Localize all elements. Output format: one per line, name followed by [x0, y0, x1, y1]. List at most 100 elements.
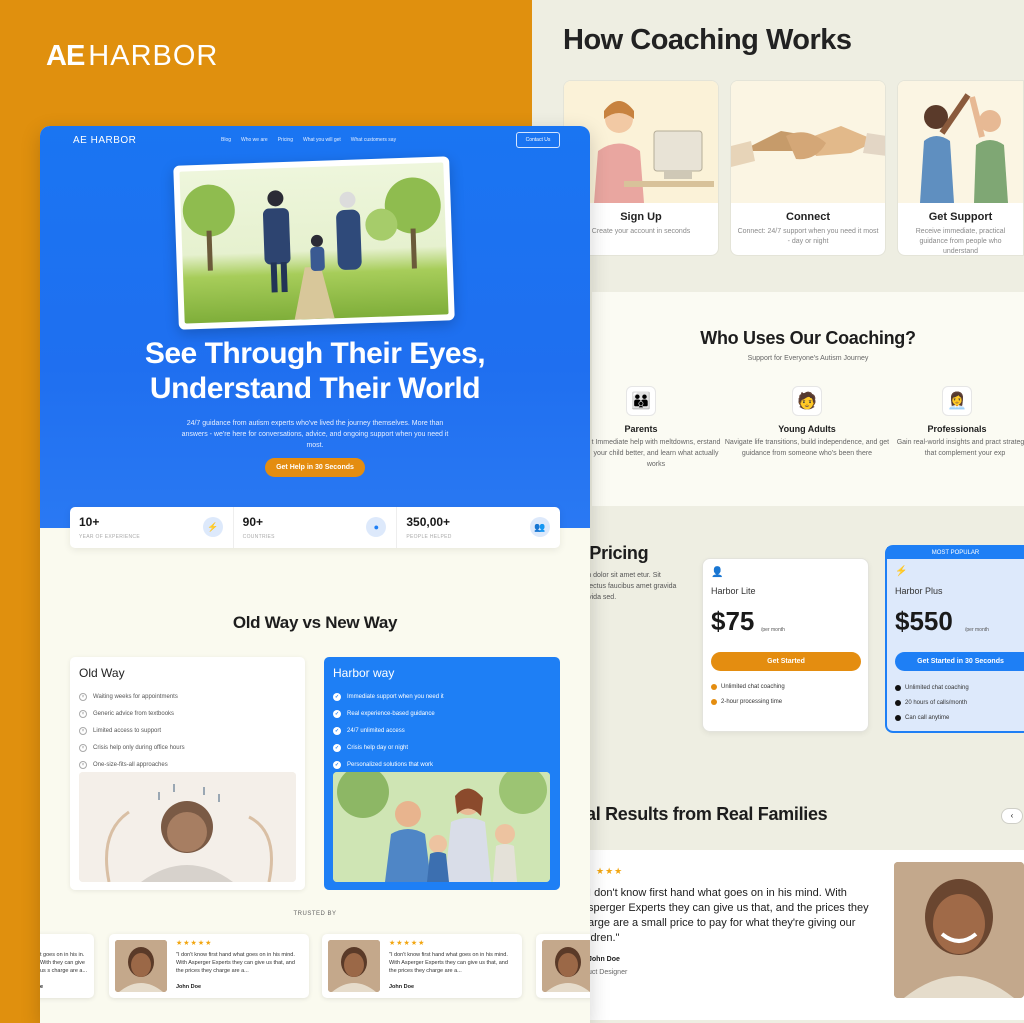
nav-link-who[interactable]: Who we are	[241, 137, 268, 143]
parents-icon: 👪	[626, 386, 656, 416]
testimonial-name: John Doe	[176, 984, 202, 990]
how-card-title: Connect	[786, 211, 830, 223]
nav-link-customers[interactable]: What customers say	[351, 137, 396, 143]
harbor-way-item: ✓ Personalized solutions that work	[333, 760, 434, 769]
check-icon	[895, 700, 901, 706]
testimonial-card-partial: t goes on in his in. With they can give …	[40, 934, 94, 998]
plan-period: /per month	[965, 627, 989, 633]
testimonial-photo	[115, 940, 167, 992]
bolt-icon: ⚡	[202, 517, 223, 537]
old-way-item: × Generic advice from textbooks	[79, 705, 185, 722]
people-icon: 👥	[530, 517, 551, 537]
harbor-way-item: ✓ 24/7 unlimited access	[333, 726, 405, 735]
plan-period: /per month	[761, 627, 785, 633]
testimonial-quote: I don't know first hand what goes on in …	[588, 887, 869, 944]
nav-links: Blog Who we are Pricing What you will ge…	[221, 137, 396, 143]
stat-label: YEAR OF EXPERIENCE	[79, 534, 140, 540]
x-circle-icon: ×	[79, 760, 87, 769]
who-title: Who Uses Our Coaching?	[700, 328, 916, 348]
most-popular-badge: MOST POPULAR	[887, 547, 1024, 559]
how-card-desc: Connect: 24/7 support when you need it m…	[737, 228, 879, 245]
trusted-by-label: TRUSTED BY	[293, 911, 337, 917]
plan-card-lite: 👤 Harbor Lite $75 /per month Get Started…	[702, 558, 869, 732]
plan-name: Harbor Lite	[711, 586, 756, 596]
who-item-young-adults: 🧑 Young Adults Navigate life transitions…	[722, 386, 892, 459]
stats-bar: 10+ YEAR OF EXPERIENCE ⚡ 90+ COUNTRIES ●…	[70, 507, 560, 548]
brand-logo: AE HARBOR	[46, 40, 218, 73]
x-circle-icon: ×	[79, 692, 87, 701]
who-item-professionals: 👩‍💼 Professionals Gain real-world insigh…	[890, 386, 1024, 459]
testimonial-card: ★★★★★ "I don't know first hand what goes…	[322, 934, 522, 998]
old-way-item: × One-size-fits-all approaches	[79, 756, 185, 773]
nav-logo[interactable]: AE HARBOR	[73, 135, 136, 146]
hero-subtitle: 24/7 guidance from autism experts who've…	[181, 420, 449, 449]
plan-feature: Unlimited chat coaching	[711, 684, 785, 690]
hero-title-line-2: Understand Their World	[149, 372, 481, 405]
carousel-prev-button[interactable]: ‹	[1001, 808, 1023, 824]
testimonial-name: John Doe	[588, 956, 620, 963]
testimonial-photo	[894, 862, 1024, 998]
rating-stars: ★★★★★	[389, 940, 426, 947]
stat-value: 10+	[79, 515, 100, 529]
testimonial-name: John Doe	[389, 984, 415, 990]
harbor-way-title: Harbor way	[333, 666, 395, 680]
check-circle-icon: ✓	[333, 692, 341, 701]
plan-feature: 2-hour processing time	[711, 699, 782, 705]
nav-link-pricing[interactable]: Pricing	[278, 137, 293, 143]
testimonial-name: e	[40, 984, 44, 990]
how-card-desc: Receive immediate, practical guidance fr…	[915, 228, 1006, 255]
nav-link-what-you-get[interactable]: What you will get	[303, 137, 341, 143]
hero-section: AE HARBOR Blog Who we are Pricing What y…	[40, 126, 590, 528]
get-started-button[interactable]: Get Started	[711, 652, 861, 671]
old-way-list: × Waiting weeks for appointments × Generic…	[79, 688, 185, 773]
who-item-title: Professionals	[927, 424, 987, 434]
harbor-way-card: Harbor way ✓ Immediate support when you n…	[324, 657, 560, 890]
plan-feature: Unlimited chat coaching	[895, 685, 969, 691]
plan-feature: Can call anytime	[895, 715, 949, 721]
user-icon: 👤	[711, 567, 724, 578]
testimonial-card: ★★★★★ "I don't know first hand what goes…	[109, 934, 309, 998]
nav-logo-name: HARBOR	[90, 135, 137, 146]
hero-title: See Through Their Eyes, Understand Their…	[40, 336, 590, 406]
results-title: al Results from Real Families	[586, 804, 828, 824]
harbor-way-item: ✓ Real experience-based guidance	[333, 709, 435, 718]
plan-name: Harbor Plus	[895, 586, 943, 596]
check-icon	[895, 715, 901, 721]
testimonial-photo	[328, 940, 380, 992]
who-subtitle: Support for Everyone's Autism Journey	[747, 355, 869, 362]
hero-title-line-1: See Through Their Eyes,	[144, 337, 486, 370]
highfive-illustration	[898, 81, 1023, 203]
how-card-support: Get Support Receive immediate, practical…	[897, 80, 1024, 256]
get-started-30-button[interactable]: Get Started in 30 Seconds	[895, 652, 1024, 671]
how-coaching-title: How Coaching Works	[563, 24, 852, 56]
testimonial-card-partial	[536, 934, 590, 998]
who-item-title: Young Adults	[778, 424, 836, 434]
who-item-desc: Gain real-world insights and pract strat…	[896, 439, 1024, 457]
sad-child-illustration	[79, 772, 296, 882]
check-circle-icon: ✓	[333, 760, 341, 769]
x-circle-icon: ×	[79, 709, 87, 718]
bolt-icon: ⚡	[895, 566, 908, 577]
harbor-way-item: ✓ Crisis help day or night	[333, 743, 409, 752]
get-help-button[interactable]: Get Help in 30 Seconds	[265, 458, 365, 477]
harbor-way-list: ✓ Immediate support when you need it ✓ Rea…	[333, 688, 444, 773]
plan-feature: 20 hours of calls/month	[895, 700, 967, 706]
stat-label: PEOPLE HELPED	[406, 534, 452, 540]
old-way-item: × Limited access to support	[79, 722, 185, 739]
old-way-title: Old Way	[79, 666, 125, 680]
website-preview: AE HARBOR Blog Who we are Pricing What y…	[40, 126, 590, 1023]
rating-stars: ★★★★★	[176, 940, 213, 947]
stat-experience: 10+ YEAR OF EXPERIENCE ⚡	[70, 507, 234, 548]
check-circle-icon: ✓	[333, 709, 341, 718]
globe-icon: ●	[366, 517, 387, 537]
contact-us-button[interactable]: Contact Us	[516, 132, 560, 148]
nav-logo-mark: AE	[73, 135, 88, 146]
testimonial-role: uct Designer	[588, 969, 628, 976]
how-card-connect: Connect Connect: 24/7 support when you n…	[730, 80, 886, 256]
old-way-item: × Crisis help only during office hours	[79, 739, 185, 756]
brand-name: HARBOR	[88, 40, 219, 72]
who-item-desc: Navigate life transitions, build indepen…	[724, 439, 890, 457]
rating-stars: ★★★	[596, 866, 624, 876]
nav-link-blog[interactable]: Blog	[221, 137, 231, 143]
x-circle-icon: ×	[79, 726, 87, 735]
